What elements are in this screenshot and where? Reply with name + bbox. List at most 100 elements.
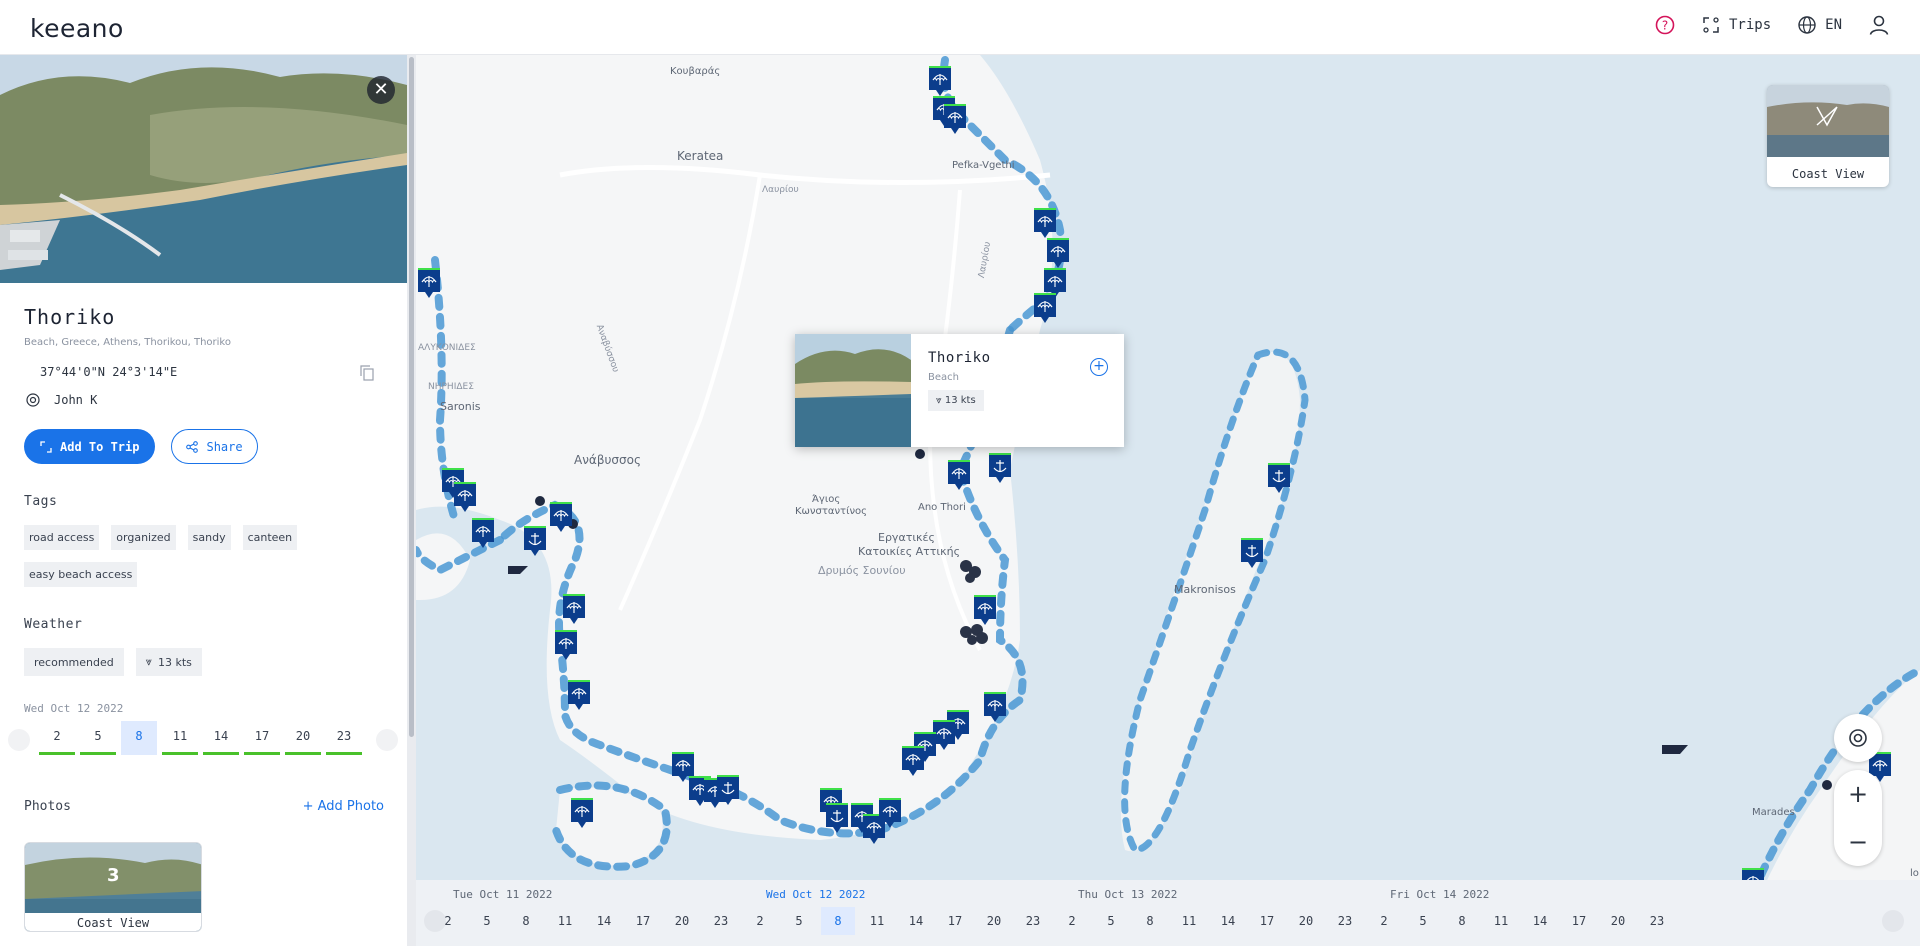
weather-date: Wed Oct 12 2022: [24, 702, 124, 715]
weather-hour[interactable]: 2: [39, 721, 75, 755]
map-label: Makronisos: [1174, 583, 1236, 596]
help-button[interactable]: ?: [1655, 15, 1675, 35]
map-label: Keratea: [677, 149, 723, 163]
copy-icon[interactable]: [360, 365, 374, 384]
timeline-hour[interactable]: 20: [1601, 907, 1635, 935]
timeline-hour[interactable]: 23: [1016, 907, 1050, 935]
share-button[interactable]: Share: [171, 429, 258, 464]
weather-hour[interactable]: 5: [80, 721, 116, 755]
timeline-hour[interactable]: 23: [704, 907, 738, 935]
timeline-hour[interactable]: 20: [1289, 907, 1323, 935]
coast-view-button[interactable]: Coast View: [1767, 85, 1889, 187]
trips-button[interactable]: Trips: [1701, 15, 1771, 35]
place-hero-photo: ✕: [0, 55, 407, 283]
place-details: Thoriko Beach, Greece, Athens, Thorikou,…: [8, 305, 398, 932]
photo-card[interactable]: 3 Coast View: [24, 842, 202, 932]
map-label: Ano Thori: [918, 502, 966, 513]
tag-chip: sandy: [187, 525, 231, 550]
trip-icon: [40, 440, 52, 453]
share-icon: [186, 440, 199, 453]
map-label: Ανάβυσσος: [574, 453, 641, 467]
logo[interactable]: keeano: [30, 14, 124, 43]
place-title: Thoriko: [24, 305, 116, 329]
weather-prev-cap[interactable]: [8, 729, 30, 751]
timeline-hour[interactable]: 2: [1055, 907, 1089, 935]
place-popup-wind-value: 13 kts: [944, 395, 976, 406]
timeline-hour[interactable]: 17: [1562, 907, 1596, 935]
timeline-hour[interactable]: 11: [860, 907, 894, 935]
timeline-hour[interactable]: 8: [1445, 907, 1479, 935]
locate-button[interactable]: [1834, 714, 1882, 762]
timeline-hour[interactable]: 14: [1523, 907, 1557, 935]
timeline-hour[interactable]: 17: [1250, 907, 1284, 935]
weather-hour[interactable]: 23: [326, 721, 362, 755]
timeline-hour[interactable]: 14: [1211, 907, 1245, 935]
timeline-hour[interactable]: 14: [899, 907, 933, 935]
timeline-hour[interactable]: 23: [1640, 907, 1674, 935]
weather-wind-value: 13 kts: [157, 655, 192, 669]
target-icon: [1849, 729, 1867, 747]
tag-chip: canteen: [242, 525, 298, 550]
weather-hour-active[interactable]: 8: [121, 721, 157, 755]
zoom-in-button[interactable]: +: [1834, 770, 1882, 818]
timeline-hour[interactable]: 23: [1328, 907, 1362, 935]
add-to-trip-button[interactable]: Add To Trip: [24, 429, 156, 464]
timeline-hour[interactable]: 20: [977, 907, 1011, 935]
language-selector[interactable]: EN: [1797, 15, 1842, 35]
zoom-out-button[interactable]: −: [1834, 818, 1882, 866]
weather-hour[interactable]: 17: [244, 721, 280, 755]
help-icon: ?: [1655, 15, 1675, 35]
timeline-hour[interactable]: 8: [509, 907, 543, 935]
timeline-hour[interactable]: 8: [1133, 907, 1167, 935]
weather-status: recommended: [24, 648, 124, 676]
timeline-hour[interactable]: 5: [470, 907, 504, 935]
timeline-hour[interactable]: 17: [938, 907, 972, 935]
action-buttons: Add To Trip Share: [24, 429, 384, 464]
timeline-hour[interactable]: 5: [1406, 907, 1440, 935]
timeline-hour[interactable]: 5: [782, 907, 816, 935]
timeline-hour-active[interactable]: 8: [821, 907, 855, 935]
timeline-hour[interactable]: 11: [1484, 907, 1518, 935]
language-label: EN: [1825, 17, 1842, 33]
author-row: John K: [24, 393, 384, 407]
weather-next-cap[interactable]: [376, 729, 398, 751]
add-photo-button[interactable]: + Add Photo: [303, 799, 384, 814]
timeline-day-label: Tue Oct 11 2022: [453, 888, 553, 901]
account-button[interactable]: [1868, 14, 1890, 36]
timeline-next-cap[interactable]: [1882, 910, 1904, 932]
map-label: Pefka-Vgethi: [952, 160, 1015, 171]
timeline-hour[interactable]: 11: [548, 907, 582, 935]
timeline-hour[interactable]: 2: [743, 907, 777, 935]
timeline-hour[interactable]: 17: [626, 907, 660, 935]
trips-icon: [1703, 17, 1719, 33]
map-label: Εργατικές: [878, 531, 935, 544]
map-label: ΝΗΡΗΙΔΕΣ: [428, 382, 474, 392]
top-bar: keeano ? Trips EN: [0, 0, 1920, 55]
timeline-hour[interactable]: 20: [665, 907, 699, 935]
timeline-hour[interactable]: 11: [1172, 907, 1206, 935]
weather-hour[interactable]: 14: [203, 721, 239, 755]
place-popup[interactable]: Thoriko Beach ⩔ 13 kts +: [795, 334, 1124, 447]
add-to-trip-label: Add To Trip: [60, 439, 140, 454]
map-label: Marades: [1752, 807, 1795, 818]
close-panel-button[interactable]: ✕: [367, 76, 395, 104]
timeline-hour[interactable]: 2: [431, 907, 465, 935]
photos-title: Photos: [24, 799, 71, 814]
map-label: Λαυρίου: [762, 185, 799, 195]
map-label: ΑΛΥΚΟΝΙΔΕΣ: [418, 343, 476, 353]
sidebar-scrollbar-thumb[interactable]: [409, 57, 414, 737]
wind-icon: ⩔: [145, 655, 152, 668]
map-label: lo: [1910, 868, 1919, 879]
coast-view-label: Coast View: [1791, 167, 1865, 181]
popup-add-icon[interactable]: +: [1090, 358, 1108, 376]
tag-list: road access organized sandy canteen easy…: [24, 525, 344, 587]
timeline-hour[interactable]: 2: [1367, 907, 1401, 935]
weather-hour[interactable]: 11: [162, 721, 198, 755]
map[interactable]: Κουβαράς Keratea Λαυρίου Pefka-Vgethi Λα…: [416, 55, 1920, 946]
plus-icon: +: [302, 799, 318, 814]
photo-count: 3: [107, 865, 120, 886]
map-canvas: Κουβαράς Keratea Λαυρίου Pefka-Vgethi Λα…: [416, 55, 1920, 946]
weather-hour[interactable]: 20: [285, 721, 321, 755]
timeline-hour[interactable]: 14: [587, 907, 621, 935]
timeline-hour[interactable]: 5: [1094, 907, 1128, 935]
